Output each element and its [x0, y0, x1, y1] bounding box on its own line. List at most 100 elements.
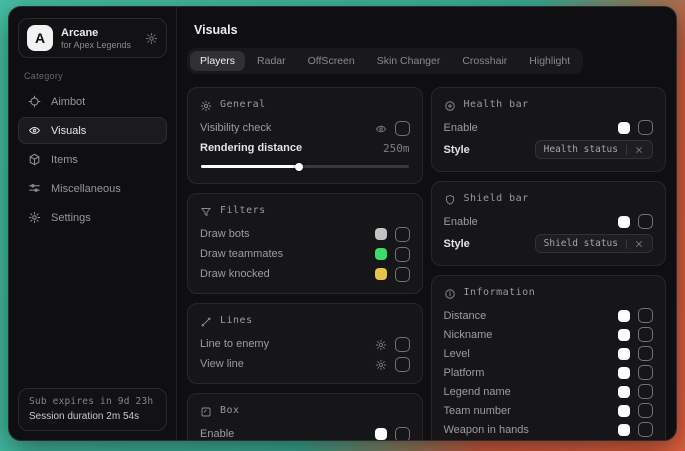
- draw-bots-color-swatch[interactable]: [375, 228, 387, 240]
- tab-bar: Players Radar OffScreen Skin Changer Cro…: [187, 48, 583, 74]
- info-platform-checkbox[interactable]: [638, 365, 653, 380]
- main-content: Visuals Players Radar OffScreen Skin Cha…: [177, 7, 676, 440]
- info-level-color-swatch[interactable]: [618, 348, 630, 360]
- line-to-enemy-checkbox[interactable]: [395, 337, 410, 352]
- sidebar-item-miscellaneous[interactable]: Miscellaneous: [18, 175, 167, 202]
- left-column: General Visibility check: [187, 87, 423, 441]
- tab-highlight[interactable]: Highlight: [519, 51, 580, 71]
- card-title: Shield bar: [464, 193, 529, 204]
- line-to-enemy-row: Line to enemy: [200, 334, 410, 354]
- draw-teammates-color-swatch[interactable]: [375, 248, 387, 260]
- draw-teammates-label: Draw teammates: [200, 248, 283, 260]
- close-icon[interactable]: [626, 145, 644, 155]
- info-level-checkbox[interactable]: [638, 346, 653, 361]
- draw-teammates-checkbox[interactable]: [395, 247, 410, 262]
- info-nickname-color-swatch[interactable]: [618, 329, 630, 341]
- sidebar-item-settings[interactable]: Settings: [18, 204, 167, 231]
- info-level-row: Level: [444, 344, 654, 363]
- view-line-label: View line: [200, 358, 244, 370]
- line-segment-icon: [200, 315, 212, 327]
- view-line-checkbox[interactable]: [395, 357, 410, 372]
- info-platform-label: Platform: [444, 367, 485, 379]
- shield-style-label: Style: [444, 238, 470, 250]
- close-icon[interactable]: [626, 239, 644, 249]
- info-distance-checkbox[interactable]: [638, 308, 653, 323]
- visibility-check-checkbox[interactable]: [395, 121, 410, 136]
- sidebar-item-label: Visuals: [51, 125, 86, 137]
- draw-knocked-checkbox[interactable]: [395, 267, 410, 282]
- info-team-number-row: Team number: [444, 401, 654, 420]
- draw-bots-row: Draw bots: [200, 224, 410, 244]
- health-enable-checkbox[interactable]: [638, 120, 653, 135]
- info-level-label: Level: [444, 348, 470, 360]
- info-distance-color-swatch[interactable]: [618, 310, 630, 322]
- gear-icon[interactable]: [375, 358, 387, 370]
- right-column: Health bar Enable Style H: [431, 87, 667, 441]
- sidebar-item-aimbot[interactable]: Aimbot: [18, 88, 167, 115]
- desktop-background: A Arcane for Apex Legends Category Aimbo…: [0, 0, 685, 451]
- sub-expires-text: Sub expires in 9d 23h: [29, 396, 156, 407]
- box-enable-label: Enable: [200, 428, 234, 440]
- draw-bots-label: Draw bots: [200, 228, 250, 240]
- shield-style-row: Style Shield status: [444, 231, 654, 256]
- info-legend-name-checkbox[interactable]: [638, 384, 653, 399]
- slider-thumb[interactable]: [295, 163, 303, 171]
- info-team-number-label: Team number: [444, 405, 511, 417]
- sidebar-item-visuals[interactable]: Visuals: [18, 117, 167, 144]
- card-general: General Visibility check: [187, 87, 423, 184]
- sidebar-item-label: Miscellaneous: [51, 183, 121, 195]
- health-color-swatch[interactable]: [618, 122, 630, 134]
- tab-crosshair[interactable]: Crosshair: [452, 51, 517, 71]
- tab-offscreen[interactable]: OffScreen: [298, 51, 365, 71]
- health-style-value: Health status: [544, 144, 626, 155]
- health-plus-icon: [444, 99, 456, 111]
- info-team-number-color-swatch[interactable]: [618, 405, 630, 417]
- draw-bots-checkbox[interactable]: [395, 227, 410, 242]
- health-enable-label: Enable: [444, 122, 478, 134]
- box-enable-checkbox[interactable]: [395, 427, 410, 442]
- shield-enable-checkbox[interactable]: [638, 214, 653, 229]
- shield-style-select[interactable]: Shield status: [535, 234, 653, 253]
- info-platform-color-swatch[interactable]: [618, 367, 630, 379]
- sidebar-item-items[interactable]: Items: [18, 146, 167, 173]
- category-label: Category: [24, 71, 161, 81]
- info-legend-name-row: Legend name: [444, 382, 654, 401]
- gear-icon[interactable]: [375, 338, 387, 350]
- view-line-row: View line: [200, 354, 410, 374]
- tab-radar[interactable]: Radar: [247, 51, 296, 71]
- rendering-distance-label: Rendering distance: [200, 142, 302, 154]
- card-lines: Lines Line to enemy: [187, 303, 423, 384]
- sidebar-item-label: Aimbot: [51, 96, 85, 108]
- shield-color-swatch[interactable]: [618, 216, 630, 228]
- info-legend-name-color-swatch[interactable]: [618, 386, 630, 398]
- crosshair-icon: [28, 95, 41, 108]
- card-filters: Filters Draw bots Draw teammates: [187, 193, 423, 294]
- info-weapon-checkbox[interactable]: [638, 422, 653, 437]
- info-weapon-row: Weapon in hands: [444, 420, 654, 439]
- card-title: Filters: [220, 205, 266, 216]
- eye-icon[interactable]: [375, 122, 387, 134]
- health-style-select[interactable]: Health status: [535, 140, 653, 159]
- gear-icon: [28, 211, 41, 224]
- draw-teammates-row: Draw teammates: [200, 244, 410, 264]
- rendering-distance-row: Rendering distance 250m: [200, 138, 410, 158]
- info-team-number-checkbox[interactable]: [638, 403, 653, 418]
- card-box-header: Box: [200, 402, 410, 419]
- rendering-distance-slider[interactable]: [201, 165, 409, 168]
- info-nickname-checkbox[interactable]: [638, 327, 653, 342]
- visibility-check-row: Visibility check: [200, 118, 410, 138]
- tab-players[interactable]: Players: [190, 51, 245, 71]
- app-logo-card: A Arcane for Apex Legends: [18, 18, 167, 58]
- settings-gear-icon[interactable]: [145, 32, 158, 45]
- health-enable-row: Enable: [444, 118, 654, 137]
- card-general-header: General: [200, 96, 410, 113]
- sidebar-item-label: Items: [51, 154, 78, 166]
- app-window: A Arcane for Apex Legends Category Aimbo…: [8, 6, 677, 441]
- tab-skin-changer[interactable]: Skin Changer: [367, 51, 451, 71]
- info-weapon-color-swatch[interactable]: [618, 424, 630, 436]
- funnel-icon: [200, 205, 212, 217]
- info-nickname-label: Nickname: [444, 329, 493, 341]
- sidebar-item-label: Settings: [51, 212, 91, 224]
- draw-knocked-color-swatch[interactable]: [375, 268, 387, 280]
- box-enable-color-swatch[interactable]: [375, 428, 387, 440]
